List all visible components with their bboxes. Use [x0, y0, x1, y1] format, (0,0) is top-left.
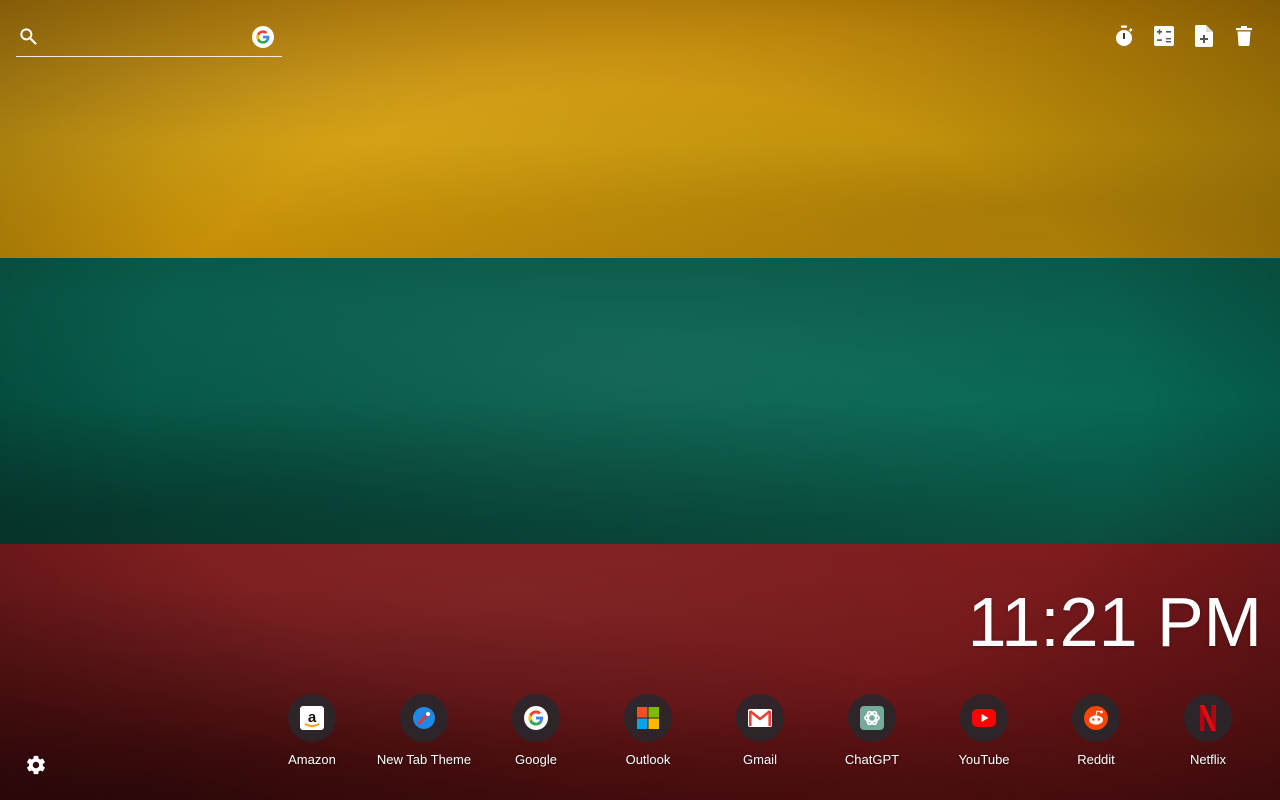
- shortcut-label: Amazon: [288, 752, 336, 767]
- gmail-icon: [736, 694, 784, 742]
- shortcut-chatgpt[interactable]: ChatGPT: [816, 694, 928, 767]
- shortcut-new-tab-theme[interactable]: New Tab Theme: [368, 694, 480, 767]
- svg-text:a: a: [308, 709, 317, 726]
- reddit-icon: [1072, 694, 1120, 742]
- shortcut-outlook[interactable]: Outlook: [592, 694, 704, 767]
- amazon-icon: a: [288, 694, 336, 742]
- shortcut-netflix[interactable]: Netflix: [1152, 694, 1264, 767]
- shortcut-label: Outlook: [625, 752, 671, 767]
- trash-icon[interactable]: [1232, 24, 1256, 48]
- new-tab-theme-icon: [400, 694, 448, 742]
- add-note-icon[interactable]: [1192, 24, 1216, 48]
- shortcut-reddit[interactable]: Reddit: [1040, 694, 1152, 767]
- shortcut-label: YouTube: [958, 752, 1010, 767]
- google-g-icon[interactable]: [252, 26, 274, 48]
- background-vignette: [0, 0, 1280, 800]
- calculator-icon[interactable]: [1152, 24, 1176, 48]
- shortcut-label: ChatGPT: [844, 752, 900, 767]
- search-icon[interactable]: [18, 26, 38, 46]
- shortcut-gmail[interactable]: Gmail: [704, 694, 816, 767]
- shortcut-dock: a Amazon New Tab Theme Google Outlook Gm…: [256, 694, 1264, 767]
- chatgpt-icon: [848, 694, 896, 742]
- clock: 11:21 PM: [967, 583, 1262, 661]
- shortcut-youtube[interactable]: YouTube: [928, 694, 1040, 767]
- shortcut-amazon[interactable]: a Amazon: [256, 694, 368, 767]
- shortcut-label: Google: [515, 752, 557, 767]
- search-bar: [16, 22, 282, 57]
- youtube-icon: [960, 694, 1008, 742]
- shortcut-label: Netflix: [1189, 752, 1227, 767]
- stopwatch-icon[interactable]: [1112, 24, 1136, 48]
- outlook-icon: [624, 694, 672, 742]
- shortcut-google[interactable]: Google: [480, 694, 592, 767]
- google-icon: [512, 694, 560, 742]
- shortcut-label: Gmail: [743, 752, 777, 767]
- top-right-toolbar: [1112, 24, 1256, 48]
- gear-icon[interactable]: [25, 754, 47, 776]
- search-input[interactable]: [50, 24, 254, 52]
- netflix-icon: [1184, 694, 1232, 742]
- shortcut-label: New Tab Theme: [376, 752, 472, 767]
- shortcut-label: Reddit: [1077, 752, 1115, 767]
